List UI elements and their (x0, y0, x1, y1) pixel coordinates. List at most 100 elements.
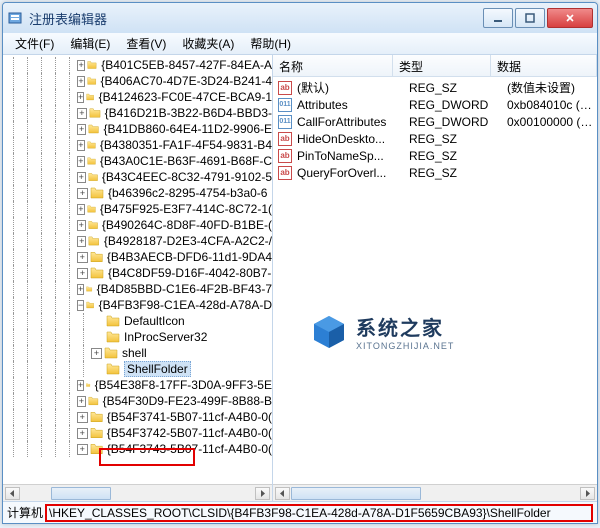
tree-scroll-thumb[interactable] (51, 487, 111, 500)
tree-item[interactable]: +{B4124623-FC0E-47CE-BCA9-1 (3, 89, 272, 105)
status-label: 计算机 (7, 504, 43, 521)
expand-toggle-icon[interactable]: + (91, 348, 102, 359)
menu-edit[interactable]: 编辑(E) (62, 33, 118, 54)
col-header-name[interactable]: 名称 (273, 55, 393, 76)
tree-body[interactable]: +{B401C5EB-8457-427F-84EA-A+{B406AC70-4D… (3, 55, 272, 484)
expand-toggle-icon[interactable]: + (77, 220, 86, 231)
tree-item[interactable]: +{B401C5EB-8457-427F-84EA-A (3, 57, 272, 73)
expand-toggle-icon[interactable]: + (77, 156, 85, 167)
list-scroll-track[interactable] (291, 487, 579, 500)
tree-item[interactable]: + {B4D85BBD-C1E6-4F2B-BF43-7 (3, 281, 272, 297)
minimize-button[interactable] (483, 8, 513, 28)
tree-scroll-track[interactable] (21, 487, 254, 500)
tree-item[interactable]: −{B4FB3F98-C1EA-428d-A78A-D (3, 297, 272, 313)
tree-item[interactable]: InProcServer32 (3, 329, 272, 345)
col-header-data[interactable]: 数据 (491, 55, 597, 76)
expand-toggle-icon[interactable]: + (77, 172, 86, 183)
tree-item-label: {B43C4EEC-8C32-4791-9102-5 (102, 170, 272, 184)
expand-toggle-icon[interactable]: + (77, 284, 84, 295)
tree-item-label: {B54E38F8-17FF-3D0A-9FF3-5E (95, 378, 272, 392)
tree-item[interactable]: ShellFolder (3, 361, 272, 377)
expand-toggle-icon[interactable]: + (77, 188, 88, 199)
tree-item[interactable]: +{B406AC70-4D7E-3D24-B241-4 (3, 73, 272, 89)
expand-toggle-icon[interactable]: + (77, 124, 86, 135)
app-icon (7, 10, 23, 26)
scroll-right-button[interactable] (580, 487, 595, 500)
maximize-button[interactable] (515, 8, 545, 28)
expand-toggle-icon[interactable]: + (77, 412, 88, 423)
tree-item[interactable]: +{B490264C-8D8F-40FD-B1BE-( (3, 217, 272, 233)
tree-item-label: {B43A0C1E-B63F-4691-B68F-C (100, 154, 272, 168)
menu-favorites[interactable]: 收藏夹(A) (174, 33, 242, 54)
menu-help[interactable]: 帮助(H) (242, 33, 299, 54)
close-button[interactable] (547, 8, 593, 28)
tree-item-label: InProcServer32 (124, 330, 207, 344)
tree-pane: +{B401C5EB-8457-427F-84EA-A+{B406AC70-4D… (3, 55, 273, 501)
value-row[interactable]: abPinToNameSp...REG_SZ (273, 147, 597, 164)
status-path: \HKEY_CLASSES_ROOT\CLSID\{B4FB3F98-C1EA-… (49, 506, 551, 520)
tree-item[interactable]: + {b46396c2-8295-4754-b3a0-6 (3, 185, 272, 201)
expand-toggle-icon[interactable]: + (77, 428, 88, 439)
expand-toggle-icon[interactable]: + (77, 252, 88, 263)
scroll-left-button[interactable] (5, 487, 20, 500)
tree-item[interactable]: + {B54F3741-5B07-11cf-A4B0-0( (3, 409, 272, 425)
tree-item[interactable]: DefaultIcon (3, 313, 272, 329)
regedit-window: 注册表编辑器 文件(F) 编辑(E) 查看(V) 收藏夹(A) 帮助(H) +{… (2, 2, 598, 524)
list-header: 名称 类型 数据 (273, 55, 597, 77)
tree-item-label: shell (122, 346, 147, 360)
value-row[interactable]: 011AttributesREG_DWORD0xb084010c (296144… (273, 96, 597, 113)
list-pane: 名称 类型 数据 ab(默认)REG_SZ(数值未设置)011Attribute… (273, 55, 597, 501)
expand-toggle-icon[interactable]: + (77, 60, 85, 71)
tree-item-label: ShellFolder (124, 361, 191, 377)
tree-item[interactable]: + {B54E38F8-17FF-3D0A-9FF3-5E (3, 377, 272, 393)
tree-item[interactable]: + {B54F3743-5B07-11cf-A4B0-0( (3, 441, 272, 457)
list-scroll-thumb[interactable] (291, 487, 421, 500)
value-type: REG_SZ (409, 166, 507, 180)
tree-item-label: {B4380351-FA1F-4F54-9831-B4 (100, 138, 272, 152)
tree-item[interactable]: +{B54F3742-5B07-11cf-A4B0-0( (3, 425, 272, 441)
expand-toggle-icon[interactable]: + (77, 236, 86, 247)
tree-item[interactable]: +{B4B3AECB-DFD6-11d1-9DA4 (3, 249, 272, 265)
expand-toggle-icon[interactable]: + (77, 396, 86, 407)
expand-toggle-icon (91, 332, 104, 343)
expand-toggle-icon[interactable]: + (77, 108, 87, 119)
list-body[interactable]: ab(默认)REG_SZ(数值未设置)011AttributesREG_DWOR… (273, 77, 597, 484)
tree-item[interactable]: + {B43C4EEC-8C32-4791-9102-5 (3, 169, 272, 185)
list-hscrollbar (273, 484, 597, 501)
expand-toggle-icon[interactable]: − (77, 300, 84, 311)
string-value-icon: ab (277, 148, 293, 164)
tree-item-label: {B54F3743-5B07-11cf-A4B0-0( (107, 442, 272, 456)
tree-item-label: {B4D85BBD-C1E6-4F2B-BF43-7 (97, 282, 272, 296)
tree-item-label: {b46396c2-8295-4754-b3a0-6 (108, 186, 267, 200)
expand-toggle-icon[interactable]: + (77, 380, 84, 391)
scroll-left-button[interactable] (275, 487, 290, 500)
value-row[interactable]: abHideOnDeskto...REG_SZ (273, 130, 597, 147)
expand-toggle-icon[interactable]: + (77, 76, 85, 87)
menu-view[interactable]: 查看(V) (118, 33, 174, 54)
expand-toggle-icon[interactable]: + (77, 140, 85, 151)
value-row[interactable]: ab(默认)REG_SZ(数值未设置) (273, 79, 597, 96)
value-data: 0x00100000 (1048576) (507, 115, 597, 129)
tree-item[interactable]: +{B54F30D9-FE23-499F-8B88-B (3, 393, 272, 409)
scroll-right-button[interactable] (255, 487, 270, 500)
expand-toggle-icon[interactable]: + (77, 204, 85, 215)
tree-item[interactable]: + {B4380351-FA1F-4F54-9831-B4 (3, 137, 272, 153)
expand-toggle-icon[interactable]: + (77, 444, 88, 455)
tree-item[interactable]: + shell (3, 345, 272, 361)
tree-item[interactable]: + {B475F925-E3F7-414C-8C72-1( (3, 201, 272, 217)
col-header-type[interactable]: 类型 (393, 55, 491, 76)
expand-toggle-icon[interactable]: + (77, 268, 88, 279)
tree-item[interactable]: + {B43A0C1E-B63F-4691-B68F-C (3, 153, 272, 169)
tree-item[interactable]: +{B4C8DF59-D16F-4042-80B7- (3, 265, 272, 281)
expand-toggle-icon[interactable]: + (77, 92, 84, 103)
value-row[interactable]: abQueryForOverl...REG_SZ (273, 164, 597, 181)
tree-item[interactable]: +{B41DB860-64E4-11D2-9906-E (3, 121, 272, 137)
tree-item-label: {B54F3741-5B07-11cf-A4B0-0( (107, 410, 272, 424)
tree-item-label: {B475F925-E3F7-414C-8C72-1( (100, 202, 272, 216)
tree-item[interactable]: +{B416D21B-3B22-B6D4-BBD3- (3, 105, 272, 121)
tree-item[interactable]: + {B4928187-D2E3-4CFA-A2C2-/ (3, 233, 272, 249)
expand-toggle-icon (91, 316, 104, 327)
value-row[interactable]: 011CallForAttributesREG_DWORD0x00100000 … (273, 113, 597, 130)
menu-file[interactable]: 文件(F) (7, 33, 62, 54)
tree-item-label: {B4928187-D2E3-4CFA-A2C2-/ (104, 234, 272, 248)
